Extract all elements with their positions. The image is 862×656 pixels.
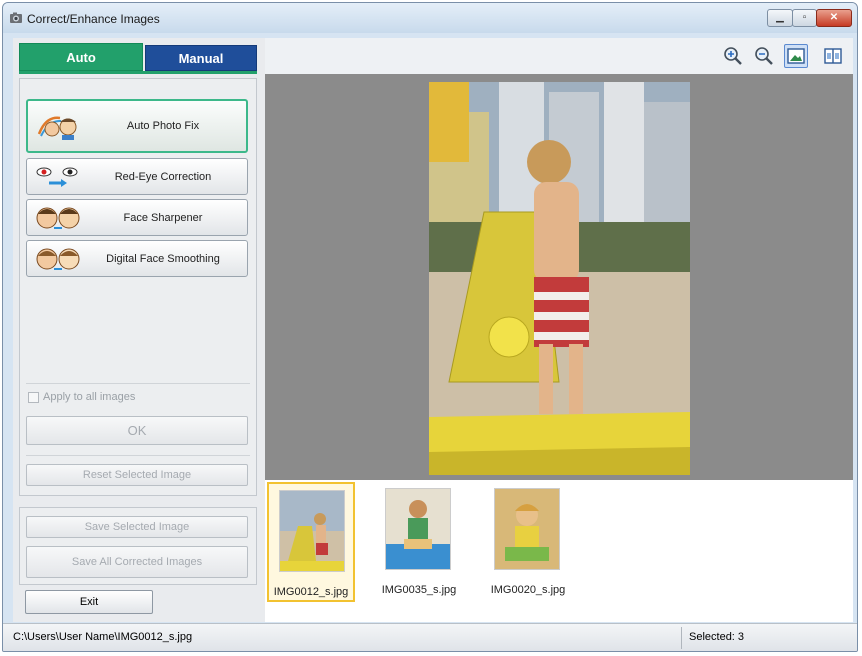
face-sharpener-icon <box>36 207 80 229</box>
close-icon: ✕ <box>829 12 839 23</box>
thumbnail-image <box>279 490 345 572</box>
thumbnail-caption: IMG0020_s.jpg <box>490 584 566 596</box>
compare-view-icon <box>824 48 842 64</box>
whole-image-view-icon <box>787 48 805 64</box>
zoom-out-button[interactable] <box>752 44 776 68</box>
thumbnail-item[interactable]: IMG0035_s.jpg <box>375 482 463 602</box>
app-icon <box>10 12 22 23</box>
save-all-corrected-images-button[interactable]: Save All Corrected Images <box>26 546 248 578</box>
face-smoothing-icon <box>36 248 80 270</box>
maximize-icon: ▫ <box>802 12 807 23</box>
thumbnail-image <box>385 488 451 570</box>
thumbnail-item[interactable]: IMG0012_s.jpg <box>267 482 355 602</box>
preview-toolbar <box>265 38 853 74</box>
zoom-in-icon <box>724 47 742 65</box>
auto-photo-fix-icon <box>37 116 77 140</box>
thumbnail-caption: IMG0012_s.jpg <box>273 586 349 598</box>
function-label: Auto Photo Fix <box>126 120 200 132</box>
maximize-button[interactable]: ▫ <box>792 9 817 27</box>
left-panel: Auto Manual Auto Photo Fix Red-Eye Corre… <box>13 38 265 622</box>
zoom-out-icon <box>755 47 773 65</box>
title-bar[interactable]: Correct/Enhance Images ▁ ▫ ✕ <box>3 3 857 33</box>
thumbnail-strip: IMG0012_s.jpg IMG0035_s.jpg IMG0020_s.jp… <box>265 480 853 622</box>
tab-manual[interactable]: Manual <box>145 45 257 71</box>
tab-underline <box>19 71 257 74</box>
function-label: Red-Eye Correction <box>114 170 212 183</box>
red-eye-correction-button[interactable]: Red-Eye Correction <box>26 158 248 195</box>
tab-auto[interactable]: Auto <box>19 43 143 71</box>
save-panel: Save Selected Image Save All Corrected I… <box>19 507 257 585</box>
auto-photo-fix-button[interactable]: Auto Photo Fix <box>26 99 248 153</box>
status-divider <box>681 627 682 649</box>
zoom-in-button[interactable] <box>721 44 745 68</box>
red-eye-icon <box>36 167 78 187</box>
status-file-path: C:\Users\User Name\IMG0012_s.jpg <box>13 631 193 643</box>
separator <box>26 455 250 456</box>
apply-to-all-label: Apply to all images <box>43 391 136 403</box>
minimize-icon: ▁ <box>776 12 784 23</box>
auto-functions-panel: Auto Photo Fix Red-Eye Correction Face S… <box>19 78 257 496</box>
reset-selected-image-button[interactable]: Reset Selected Image <box>26 464 248 486</box>
apply-to-all-checkbox[interactable] <box>28 392 39 403</box>
thumbnail-caption: IMG0035_s.jpg <box>381 584 457 596</box>
function-label: Digital Face Smoothing <box>106 252 220 265</box>
face-sharpener-button[interactable]: Face Sharpener <box>26 199 248 236</box>
status-selected-count: Selected: 3 <box>689 631 745 643</box>
window-title: Correct/Enhance Images <box>27 12 160 26</box>
function-label: Face Sharpener <box>123 211 203 224</box>
digital-face-smoothing-button[interactable]: Digital Face Smoothing <box>26 240 248 277</box>
preview-image[interactable] <box>429 82 690 475</box>
thumbnail-image <box>494 488 560 570</box>
close-button[interactable]: ✕ <box>816 9 852 27</box>
compare-view-button[interactable] <box>821 44 845 68</box>
separator <box>26 383 250 384</box>
ok-button[interactable]: OK <box>26 416 248 445</box>
whole-image-view-button[interactable] <box>784 44 808 68</box>
save-selected-image-button[interactable]: Save Selected Image <box>26 516 248 538</box>
minimize-button[interactable]: ▁ <box>767 9 793 27</box>
exit-button[interactable]: Exit <box>25 590 153 614</box>
thumbnail-item[interactable]: IMG0020_s.jpg <box>484 482 572 602</box>
status-bar: C:\Users\User Name\IMG0012_s.jpg Selecte… <box>3 623 857 651</box>
correct-enhance-window: Correct/Enhance Images ▁ ▫ ✕ Auto Manual <box>2 2 858 652</box>
